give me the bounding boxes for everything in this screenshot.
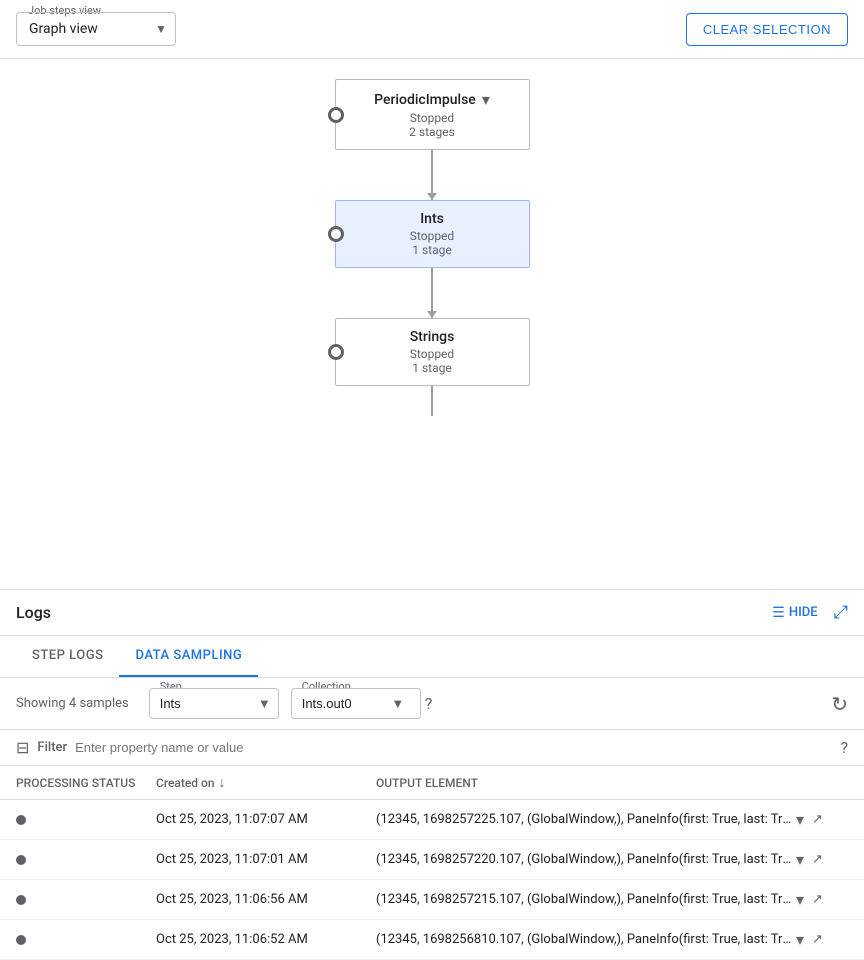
col-header-output: Output element [376,776,848,790]
toolbar: Job steps view Graph view ▼ CLEAR SELECT… [0,0,864,59]
graph-area: PeriodicImpulse ▾ Stopped 2 stages Ints … [0,59,864,589]
row-open-button[interactable]: ↗ [812,932,823,947]
cell-created-2: Oct 25, 2023, 11:06:56 AM [156,892,376,907]
status-dot [16,815,26,825]
node-strings[interactable]: Strings Stopped 1 stage [335,318,530,386]
cell-status-3 [16,935,156,945]
help-icon[interactable]: ? [425,694,433,713]
logs-title: Logs [16,603,51,622]
status-dot [16,895,26,905]
hide-label: HIDE [789,605,818,620]
table-body: Oct 25, 2023, 11:07:07 AM (12345, 169825… [0,800,864,960]
cell-status-2 [16,895,156,905]
filter-icon: ⊟ [16,738,29,757]
filter-row: ⊟ Filter ? [0,730,864,766]
table-row: Oct 25, 2023, 11:06:52 AM (12345, 169825… [0,920,864,960]
row-expand-button[interactable]: ▾ [796,850,804,869]
cell-status-1 [16,855,156,865]
graph-canvas: PeriodicImpulse ▾ Stopped 2 stages Ints … [182,59,682,416]
cell-output-2: (12345, 1698257215.107, (GlobalWindow,),… [376,892,796,907]
hide-button[interactable]: ☰ HIDE [772,605,817,621]
row-expand-button[interactable]: ▾ [796,810,804,829]
cell-created-3: Oct 25, 2023, 11:06:52 AM [156,932,376,947]
connector-2 [431,268,433,318]
node-status-ints: Stopped [350,229,515,243]
table-row: Oct 25, 2023, 11:07:01 AM (12345, 169825… [0,840,864,880]
table-row: Oct 25, 2023, 11:07:07 AM (12345, 169825… [0,800,864,840]
node-stages-strings: 1 stage [350,361,515,375]
node-periodic-impulse[interactable]: PeriodicImpulse ▾ Stopped 2 stages [335,79,530,150]
connector-3 [431,386,433,416]
logs-header: Logs ☰ HIDE ⤢ [0,590,864,636]
collection-field-wrapper: Collection Ints.out0 ▼ ? [291,688,433,719]
collection-select[interactable]: Ints.out0 [291,688,421,719]
node-name-ints: Ints [420,211,444,227]
cell-output-1: (12345, 1698257220.107, (GlobalWindow,),… [376,852,796,867]
row-open-button[interactable]: ↗ [812,852,823,867]
row-expand-button[interactable]: ▾ [796,890,804,909]
connector-1 [431,150,433,200]
refresh-button[interactable]: ↻ [831,692,848,716]
node-dot [328,107,344,123]
logs-panel: Logs ☰ HIDE ⤢ STEP LOGS DATA SAMPLING Sh… [0,589,864,960]
cell-created-1: Oct 25, 2023, 11:07:01 AM [156,852,376,867]
clear-selection-button[interactable]: CLEAR SELECTION [686,13,848,46]
node-name-strings: Strings [410,329,455,345]
node-stages-periodic-impulse: 2 stages [350,125,515,139]
node-name-periodic-impulse: PeriodicImpulse [374,92,476,108]
col-header-created[interactable]: Created on ↓ [156,774,376,791]
status-dot [16,935,26,945]
col-header-status: Processing status [16,776,156,790]
row-actions-2: ▾ ↗ [796,890,823,909]
filter-help-icon[interactable]: ? [840,738,848,757]
tabs-bar: STEP LOGS DATA SAMPLING [0,636,864,678]
node-status-periodic-impulse: Stopped [350,111,515,125]
node-status-strings: Stopped [350,347,515,361]
node-dot [328,344,344,360]
cell-output-0: (12345, 1698257225.107, (GlobalWindow,),… [376,812,796,827]
cell-created-0: Oct 25, 2023, 11:07:07 AM [156,812,376,827]
sort-icon: ↓ [219,774,226,791]
chevron-down-icon: ▼ [155,22,167,36]
node-ints[interactable]: Ints Stopped 1 stage [335,200,530,268]
node-dot [328,226,344,242]
row-open-button[interactable]: ↗ [812,812,823,827]
table-row: Oct 25, 2023, 11:06:56 AM (12345, 169825… [0,880,864,920]
job-steps-view-wrapper: Job steps view Graph view ▼ [16,12,176,46]
cell-status-0 [16,815,156,825]
filter-input[interactable] [75,740,832,755]
list-icon: ☰ [772,605,785,621]
expand-icon[interactable]: ⤢ [834,602,848,623]
row-actions-0: ▾ ↗ [796,810,823,829]
row-open-button[interactable]: ↗ [812,892,823,907]
step-select[interactable]: Ints [149,688,279,719]
tab-data-sampling[interactable]: DATA SAMPLING [119,636,258,677]
chevron-down-icon[interactable]: ▾ [482,90,490,109]
cell-output-3: (12345, 1698256810.107, (GlobalWindow,),… [376,932,796,947]
graph-view-select[interactable]: Graph view ▼ [16,12,176,46]
row-actions-3: ▾ ↗ [796,930,823,949]
row-actions-1: ▾ ↗ [796,850,823,869]
filter-label: Filter [37,740,67,755]
showing-samples: Showing 4 samples [16,696,129,711]
status-dot [16,855,26,865]
graph-view-value: Graph view [29,21,98,37]
table-header: Processing status Created on ↓ Output el… [0,766,864,800]
tab-step-logs[interactable]: STEP LOGS [16,636,119,677]
node-stages-ints: 1 stage [350,243,515,257]
row-expand-button[interactable]: ▾ [796,930,804,949]
step-field-wrapper: Step Ints ▼ [149,688,279,719]
filter-controls: Showing 4 samples Step Ints ▼ Collection… [0,678,864,730]
